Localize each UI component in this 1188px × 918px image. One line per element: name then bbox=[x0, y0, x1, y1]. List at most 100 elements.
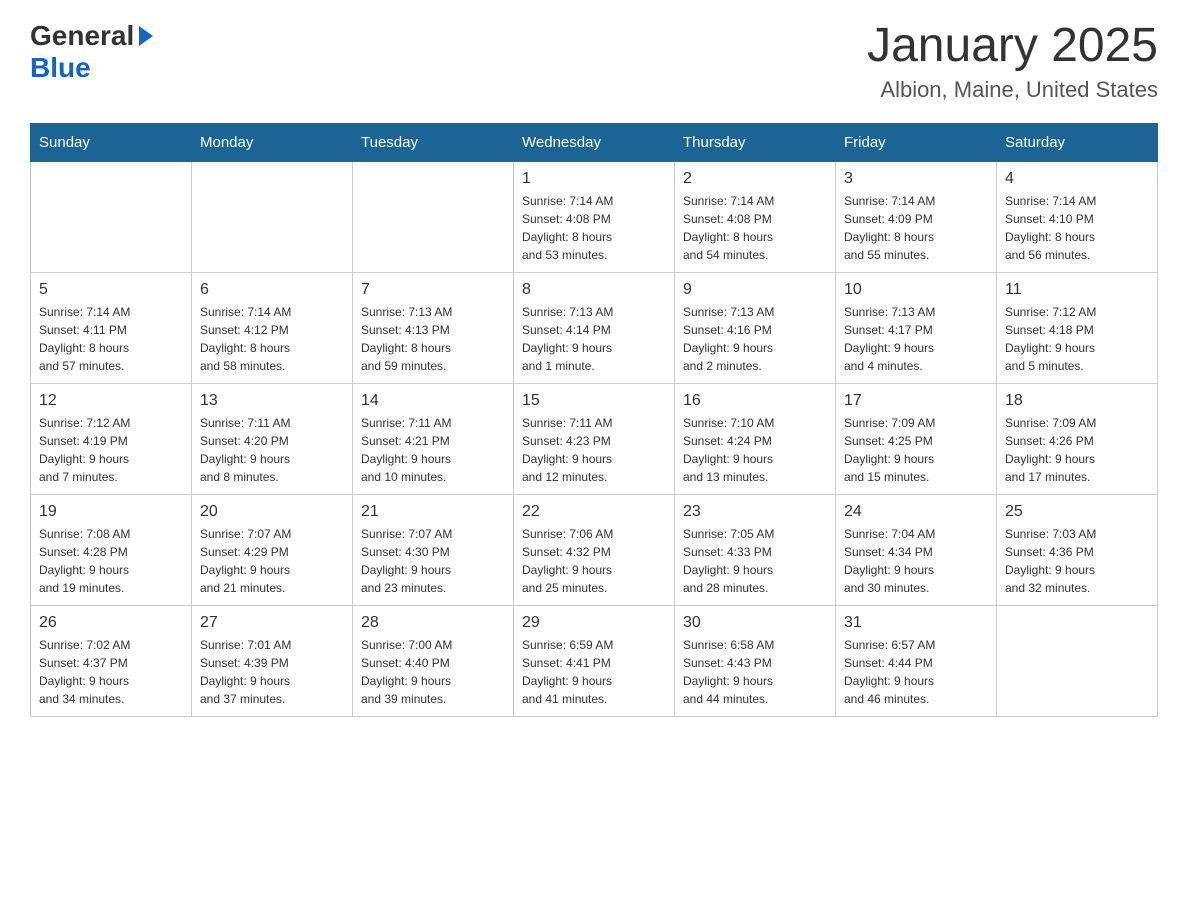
calendar-table: SundayMondayTuesdayWednesdayThursdayFrid… bbox=[30, 123, 1158, 717]
calendar-cell: 14Sunrise: 7:11 AM Sunset: 4:21 PM Dayli… bbox=[353, 383, 514, 494]
day-info: Sunrise: 7:14 AM Sunset: 4:12 PM Dayligh… bbox=[200, 303, 344, 375]
logo-blue-text: Blue bbox=[30, 52, 91, 83]
calendar-cell: 28 Sunrise: 7:00 AM Sunset: 4:40 PM Dayli… bbox=[353, 605, 514, 716]
day-number: 28 bbox=[361, 614, 505, 632]
calendar-cell: 26 Sunrise: 7:02 AM Sunset: 4:37 PM Dayli… bbox=[31, 605, 192, 716]
day-info: Sunrise: 7:07 AM Sunset: 4:30 PM Dayligh… bbox=[361, 525, 505, 597]
calendar-cell: 15 Sunrise: 7:11 AM Sunset: 4:23 PM Dayli… bbox=[514, 383, 675, 494]
calendar-cell: 30 Sunrise: 6:58 AM Sunset: 4:43 PM Dayli… bbox=[675, 605, 836, 716]
day-info: Sunrise: 7:13 AM Sunset: 4:16 PM Dayligh… bbox=[683, 303, 827, 375]
calendar-cell: 3Sunrise: 7:14 AM Sunset: 4:09 PM Daylig… bbox=[836, 161, 997, 272]
title-section: January 2025 Albion, Maine, United State… bbox=[867, 20, 1158, 103]
calendar-cell: 19 Sunrise: 7:08 AM Sunset: 4:28 PM Dayli… bbox=[31, 494, 192, 605]
day-info: Sunrise: 7:13 AM Sunset: 4:17 PM Dayligh… bbox=[844, 303, 988, 375]
calendar-cell: 8 Sunrise: 7:13 AM Sunset: 4:14 PM Daylig… bbox=[514, 272, 675, 383]
day-number: 12 bbox=[39, 392, 183, 410]
day-info: Sunrise: 7:04 AM Sunset: 4:34 PM Dayligh… bbox=[844, 525, 988, 597]
calendar-cell: 10Sunrise: 7:13 AM Sunset: 4:17 PM Dayli… bbox=[836, 272, 997, 383]
calendar-cell: 2Sunrise: 7:14 AM Sunset: 4:08 PM Daylig… bbox=[675, 161, 836, 272]
weekday-header-friday: Friday bbox=[836, 123, 997, 161]
week-row-5: 26 Sunrise: 7:02 AM Sunset: 4:37 PM Dayli… bbox=[31, 605, 1158, 716]
weekday-header-wednesday: Wednesday bbox=[514, 123, 675, 161]
calendar-cell: 4 Sunrise: 7:14 AM Sunset: 4:10 PM Daylig… bbox=[997, 161, 1158, 272]
day-info: Sunrise: 7:07 AM Sunset: 4:29 PM Dayligh… bbox=[200, 525, 344, 597]
day-info: Sunrise: 7:12 AM Sunset: 4:19 PM Dayligh… bbox=[39, 414, 183, 486]
weekday-header-thursday: Thursday bbox=[675, 123, 836, 161]
day-number: 7 bbox=[361, 281, 505, 299]
day-info: Sunrise: 6:59 AM Sunset: 4:41 PM Dayligh… bbox=[522, 636, 666, 708]
calendar-cell: 21 Sunrise: 7:07 AM Sunset: 4:30 PM Dayli… bbox=[353, 494, 514, 605]
day-info: Sunrise: 7:14 AM Sunset: 4:10 PM Dayligh… bbox=[1005, 192, 1149, 264]
day-number: 1 bbox=[522, 170, 666, 188]
day-number: 29 bbox=[522, 614, 666, 632]
calendar-cell: 18 Sunrise: 7:09 AM Sunset: 4:26 PM Dayli… bbox=[997, 383, 1158, 494]
day-info: Sunrise: 7:06 AM Sunset: 4:32 PM Dayligh… bbox=[522, 525, 666, 597]
day-info: Sunrise: 7:13 AM Sunset: 4:14 PM Dayligh… bbox=[522, 303, 666, 375]
calendar-cell: 25Sunrise: 7:03 AM Sunset: 4:36 PM Dayli… bbox=[997, 494, 1158, 605]
calendar-cell: 9 Sunrise: 7:13 AM Sunset: 4:16 PM Daylig… bbox=[675, 272, 836, 383]
weekday-header-sunday: Sunday bbox=[31, 123, 192, 161]
day-number: 26 bbox=[39, 614, 183, 632]
calendar-cell: 31Sunrise: 6:57 AM Sunset: 4:44 PM Dayli… bbox=[836, 605, 997, 716]
calendar-cell bbox=[192, 161, 353, 272]
day-info: Sunrise: 7:14 AM Sunset: 4:08 PM Dayligh… bbox=[522, 192, 666, 264]
calendar-cell: 23 Sunrise: 7:05 AM Sunset: 4:33 PM Dayli… bbox=[675, 494, 836, 605]
day-info: Sunrise: 7:01 AM Sunset: 4:39 PM Dayligh… bbox=[200, 636, 344, 708]
day-number: 14 bbox=[361, 392, 505, 410]
day-info: Sunrise: 7:05 AM Sunset: 4:33 PM Dayligh… bbox=[683, 525, 827, 597]
day-number: 3 bbox=[844, 170, 988, 188]
day-number: 15 bbox=[522, 392, 666, 410]
calendar-cell: 12 Sunrise: 7:12 AM Sunset: 4:19 PM Dayli… bbox=[31, 383, 192, 494]
calendar-cell: 22 Sunrise: 7:06 AM Sunset: 4:32 PM Dayli… bbox=[514, 494, 675, 605]
calendar-cell bbox=[353, 161, 514, 272]
day-info: Sunrise: 7:11 AM Sunset: 4:23 PM Dayligh… bbox=[522, 414, 666, 486]
day-number: 11 bbox=[1005, 281, 1149, 299]
day-info: Sunrise: 7:11 AM Sunset: 4:20 PM Dayligh… bbox=[200, 414, 344, 486]
day-number: 19 bbox=[39, 503, 183, 521]
weekday-header-saturday: Saturday bbox=[997, 123, 1158, 161]
day-info: Sunrise: 7:00 AM Sunset: 4:40 PM Dayligh… bbox=[361, 636, 505, 708]
logo-general-text: General bbox=[30, 20, 134, 52]
day-info: Sunrise: 6:58 AM Sunset: 4:43 PM Dayligh… bbox=[683, 636, 827, 708]
calendar-cell bbox=[997, 605, 1158, 716]
calendar-cell: 16 Sunrise: 7:10 AM Sunset: 4:24 PM Dayli… bbox=[675, 383, 836, 494]
day-info: Sunrise: 7:10 AM Sunset: 4:24 PM Dayligh… bbox=[683, 414, 827, 486]
calendar-subtitle: Albion, Maine, United States bbox=[867, 77, 1158, 103]
calendar-cell: 7 Sunrise: 7:13 AM Sunset: 4:13 PM Daylig… bbox=[353, 272, 514, 383]
calendar-cell: 13Sunrise: 7:11 AM Sunset: 4:20 PM Dayli… bbox=[192, 383, 353, 494]
logo: General Blue bbox=[30, 20, 153, 84]
day-info: Sunrise: 7:14 AM Sunset: 4:11 PM Dayligh… bbox=[39, 303, 183, 375]
calendar-cell: 11 Sunrise: 7:12 AM Sunset: 4:18 PM Dayli… bbox=[997, 272, 1158, 383]
calendar-cell: 24Sunrise: 7:04 AM Sunset: 4:34 PM Dayli… bbox=[836, 494, 997, 605]
week-row-4: 19 Sunrise: 7:08 AM Sunset: 4:28 PM Dayli… bbox=[31, 494, 1158, 605]
day-number: 22 bbox=[522, 503, 666, 521]
day-info: Sunrise: 7:02 AM Sunset: 4:37 PM Dayligh… bbox=[39, 636, 183, 708]
day-number: 6 bbox=[200, 281, 344, 299]
week-row-1: 1 Sunrise: 7:14 AM Sunset: 4:08 PM Daylig… bbox=[31, 161, 1158, 272]
calendar-cell: 20 Sunrise: 7:07 AM Sunset: 4:29 PM Dayli… bbox=[192, 494, 353, 605]
week-row-2: 5Sunrise: 7:14 AM Sunset: 4:11 PM Daylig… bbox=[31, 272, 1158, 383]
weekday-header-monday: Monday bbox=[192, 123, 353, 161]
day-info: Sunrise: 6:57 AM Sunset: 4:44 PM Dayligh… bbox=[844, 636, 988, 708]
calendar-cell: 27Sunrise: 7:01 AM Sunset: 4:39 PM Dayli… bbox=[192, 605, 353, 716]
day-number: 21 bbox=[361, 503, 505, 521]
day-number: 16 bbox=[683, 392, 827, 410]
day-number: 30 bbox=[683, 614, 827, 632]
calendar-cell bbox=[31, 161, 192, 272]
day-number: 25 bbox=[1005, 503, 1149, 521]
day-info: Sunrise: 7:13 AM Sunset: 4:13 PM Dayligh… bbox=[361, 303, 505, 375]
week-row-3: 12 Sunrise: 7:12 AM Sunset: 4:19 PM Dayli… bbox=[31, 383, 1158, 494]
logo-arrow-icon bbox=[139, 26, 153, 46]
day-number: 8 bbox=[522, 281, 666, 299]
day-info: Sunrise: 7:09 AM Sunset: 4:26 PM Dayligh… bbox=[1005, 414, 1149, 486]
day-number: 20 bbox=[200, 503, 344, 521]
day-number: 9 bbox=[683, 281, 827, 299]
day-number: 23 bbox=[683, 503, 827, 521]
day-number: 4 bbox=[1005, 170, 1149, 188]
day-info: Sunrise: 7:08 AM Sunset: 4:28 PM Dayligh… bbox=[39, 525, 183, 597]
day-number: 18 bbox=[1005, 392, 1149, 410]
weekday-header-row: SundayMondayTuesdayWednesdayThursdayFrid… bbox=[31, 123, 1158, 161]
day-info: Sunrise: 7:12 AM Sunset: 4:18 PM Dayligh… bbox=[1005, 303, 1149, 375]
calendar-title: January 2025 bbox=[867, 20, 1158, 73]
calendar-cell: 17Sunrise: 7:09 AM Sunset: 4:25 PM Dayli… bbox=[836, 383, 997, 494]
